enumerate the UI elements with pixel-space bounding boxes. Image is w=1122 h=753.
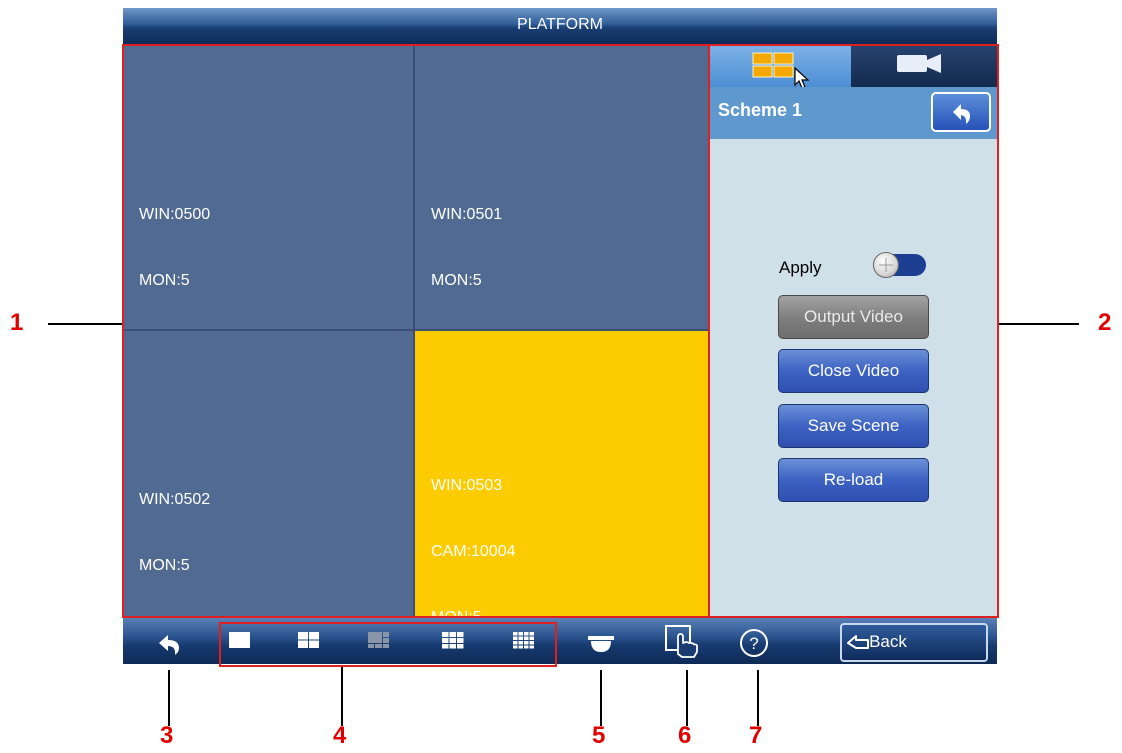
dome-camera-icon[interactable]: [586, 630, 616, 656]
title-bar: PLATFORM: [123, 8, 997, 44]
callout-line-7: [757, 670, 759, 726]
callout-number-1: 1: [10, 309, 24, 336]
callout-number-5: 5: [592, 722, 606, 749]
annotation-box-1: [122, 44, 710, 618]
callout-number-2: 2: [1098, 309, 1112, 336]
help-icon[interactable]: ?: [738, 627, 770, 659]
callout-line-2: [999, 323, 1079, 325]
callout-line-4: [341, 667, 343, 726]
callout-number-3: 3: [160, 722, 174, 749]
callout-line-5: [600, 670, 602, 726]
annotation-box-2: [708, 44, 999, 618]
callout-number-7: 7: [749, 722, 763, 749]
callout-number-6: 6: [678, 722, 692, 749]
back-label: Back: [869, 632, 907, 651]
callout-line-1: [48, 323, 122, 325]
back-button[interactable]: Back: [840, 623, 988, 662]
touch-hand-icon[interactable]: [664, 624, 704, 658]
callout-number-4: 4: [333, 722, 347, 749]
annotation-box-4: [219, 622, 557, 667]
page-title: PLATFORM: [517, 16, 603, 33]
undo-arrow-icon[interactable]: [155, 630, 185, 656]
callout-line-3: [168, 670, 170, 726]
callout-line-6: [686, 670, 688, 726]
svg-text:?: ?: [749, 634, 758, 653]
